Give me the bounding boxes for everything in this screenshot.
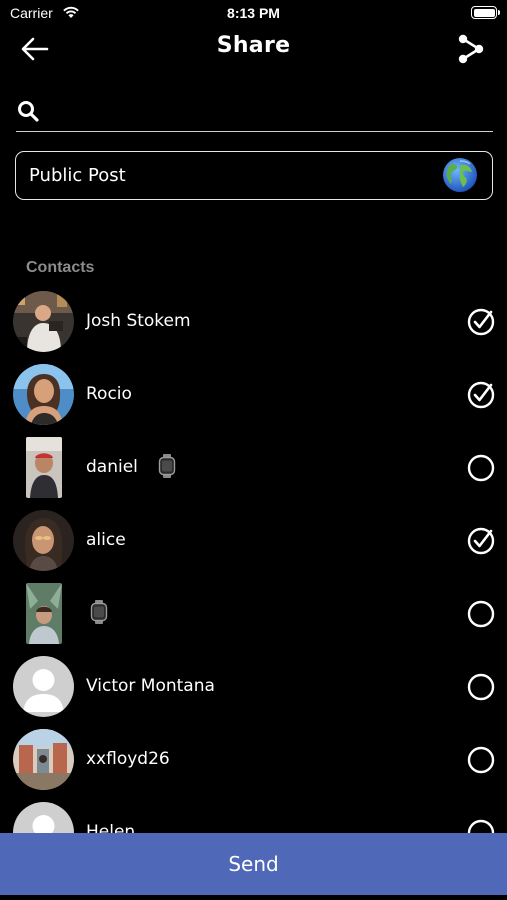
status-bar: Carrier 8:13 PM — [0, 0, 507, 28]
public-post-option[interactable]: Public Post — [15, 151, 493, 200]
contact-name: Josh Stokem — [86, 311, 191, 331]
clock: 8:13 PM — [227, 5, 280, 21]
public-post-label: Public Post — [29, 165, 126, 186]
contact-name: daniel — [86, 457, 138, 477]
avatar — [13, 364, 74, 425]
globe-icon — [443, 158, 477, 192]
avatar — [13, 291, 74, 352]
contacts-heading: Contacts — [26, 259, 95, 276]
nav-header: Share — [0, 28, 507, 68]
empty-circle-icon[interactable] — [467, 600, 495, 628]
watch-icon — [158, 454, 176, 478]
contact-row-alice[interactable]: alice — [0, 505, 507, 578]
send-button[interactable]: Send — [0, 833, 507, 895]
contact-row-rocio[interactable]: Rocio — [0, 359, 507, 432]
contact-name: Rocio — [86, 384, 132, 404]
avatar — [26, 437, 62, 498]
search-input[interactable] — [50, 96, 490, 126]
avatar-placeholder-icon — [13, 656, 74, 717]
contact-row-daniel[interactable]: daniel — [0, 432, 507, 505]
avatar — [13, 510, 74, 571]
battery-icon — [471, 6, 500, 19]
check-circle-icon[interactable] — [467, 308, 495, 336]
empty-circle-icon[interactable] — [467, 454, 495, 482]
contact-name: Victor Montana — [86, 676, 215, 696]
bottom-edge — [0, 895, 507, 900]
contact-name: alice — [86, 530, 126, 550]
share-nodes-icon[interactable] — [455, 33, 487, 65]
avatar — [13, 729, 74, 790]
send-label: Send — [228, 852, 279, 876]
contact-row-xxfloyd26[interactable]: xxfloyd26 — [0, 724, 507, 797]
empty-circle-icon[interactable] — [467, 746, 495, 774]
page-title: Share — [216, 33, 291, 58]
contact-list: Josh Stokem Rocio daniel alice Victor Mo… — [0, 286, 507, 870]
contact-row-unnamed[interactable] — [0, 578, 507, 651]
avatar — [26, 583, 62, 644]
contact-name: xxfloyd26 — [86, 749, 170, 769]
contact-row-josh-stokem[interactable]: Josh Stokem — [0, 286, 507, 359]
search-icon — [18, 101, 39, 122]
search-bar — [16, 90, 493, 132]
check-circle-icon[interactable] — [467, 381, 495, 409]
contact-row-victor-montana[interactable]: Victor Montana — [0, 651, 507, 724]
watch-icon — [90, 600, 108, 624]
empty-circle-icon[interactable] — [467, 673, 495, 701]
check-circle-icon[interactable] — [467, 527, 495, 555]
